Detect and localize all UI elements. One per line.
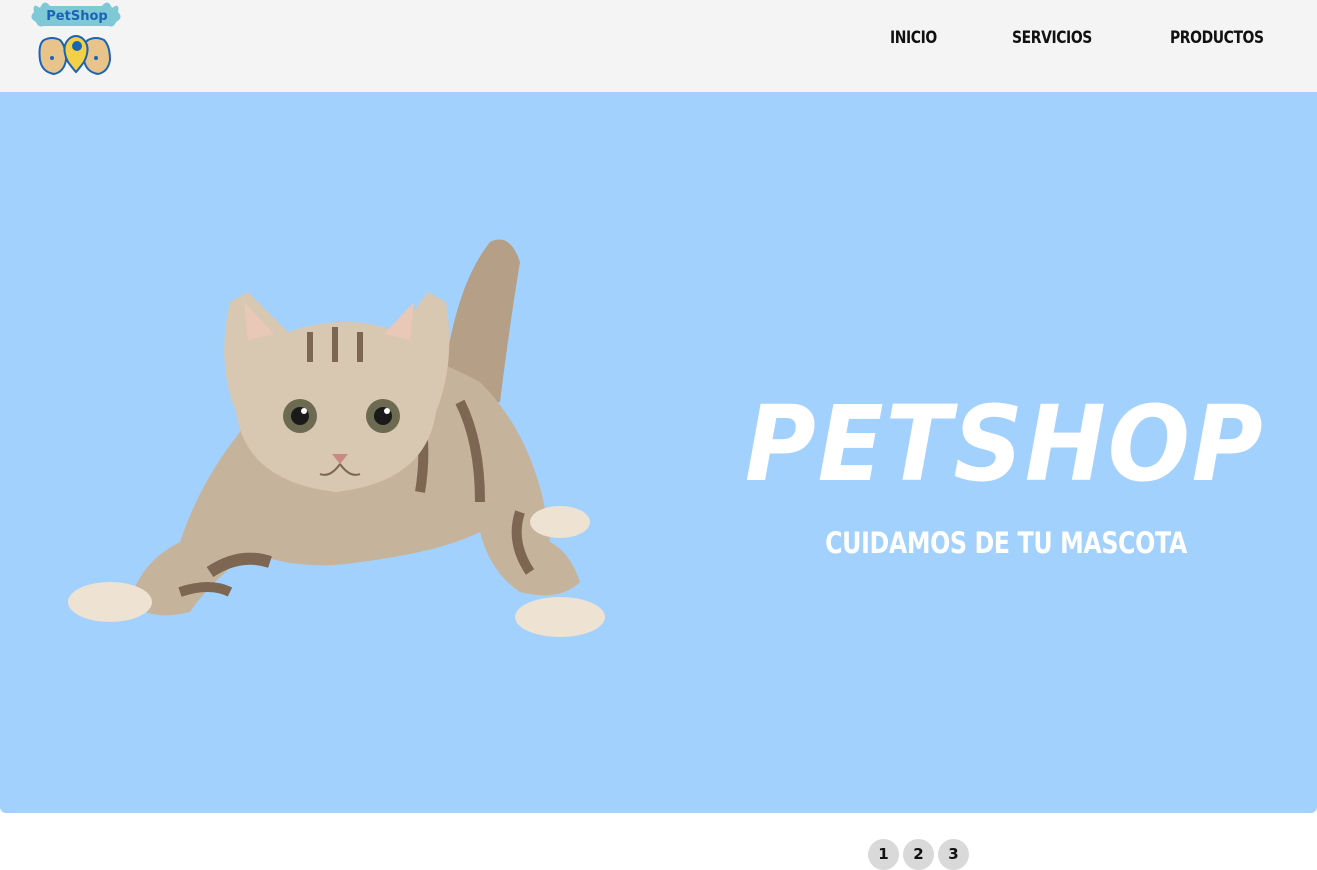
nav-servicios[interactable]: SERVICIOS	[1012, 28, 1092, 48]
page-button-3[interactable]: 3	[938, 839, 969, 870]
page-button-2[interactable]: 2	[903, 839, 934, 870]
petshop-logo[interactable]: PetShop	[30, 0, 124, 76]
hero-banner: PETSHOP CUIDAMOS DE TU MASCOTA	[0, 92, 1317, 813]
site-header: PetShop INICIO SERVICIOS PRODUCTOS	[0, 0, 1317, 92]
hero-subtitle: CUIDAMOS DE TU MASCOTA	[825, 526, 1187, 560]
nav-inicio[interactable]: INICIO	[890, 28, 937, 48]
hero-title: PETSHOP	[744, 383, 1265, 505]
page-button-1[interactable]: 1	[868, 839, 899, 870]
kitten-image	[68, 239, 605, 637]
svg-text:PetShop: PetShop	[46, 9, 107, 24]
nav-productos[interactable]: PRODUCTOS	[1170, 28, 1264, 48]
